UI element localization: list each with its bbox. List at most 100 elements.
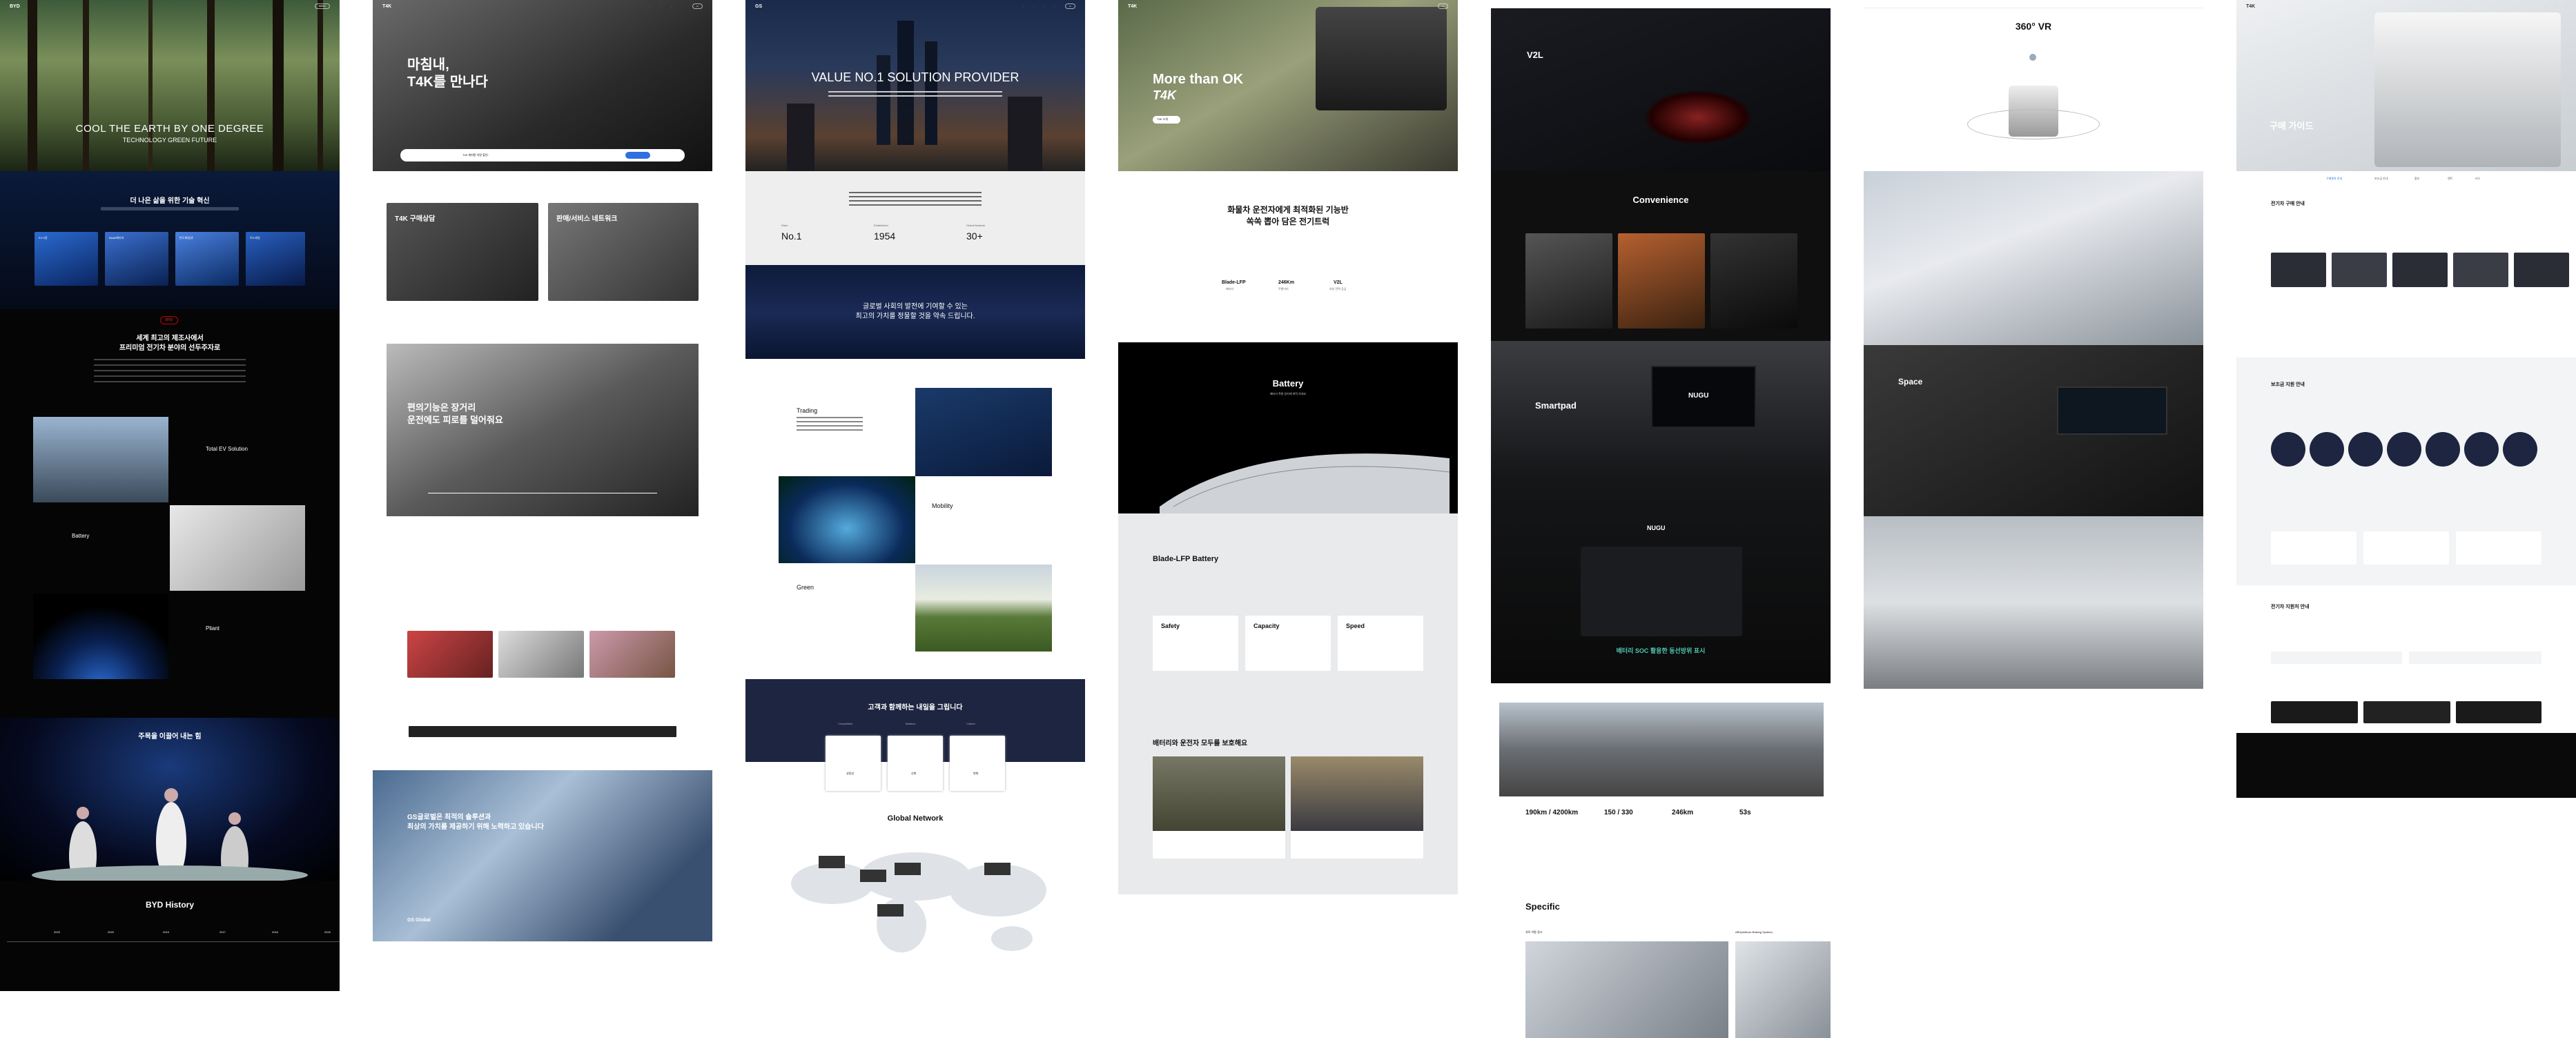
intro-band: Rank No.1 Established 1954 Global Networ… (745, 171, 1085, 265)
convenience-card[interactable] (1618, 233, 1705, 329)
news-card[interactable] (498, 631, 584, 678)
promo-bar[interactable]: T4K 캐피탈 차량 할인! (400, 149, 685, 161)
quick-item[interactable]: 견적내기 (497, 558, 507, 562)
gs-section: GS글로벌은 최적의 솔루션과 최상의 가치를 제공하기 위해 노력하고 있습니… (373, 770, 712, 941)
tech-tile[interactable]: EV시장 (35, 232, 98, 286)
battery-sub: 배터리 폭발 방지에 최적 하세요 (1269, 392, 1307, 395)
quick-item[interactable]: 시승신청 (569, 558, 579, 562)
history-year[interactable]: 2020 (108, 930, 114, 934)
page-t4k-main: T4K · · · · ▭ 마침내, T4K를 만나다 T4K 캐피탈 차량 할인! T4… (373, 0, 712, 941)
convenience-card[interactable] (1525, 233, 1612, 329)
protect-image (1291, 756, 1423, 831)
subsidy-circle (2348, 432, 2383, 467)
network-title: Global Network (887, 814, 944, 823)
banner[interactable] (2271, 701, 2358, 723)
byd-logo[interactable]: BYD (10, 4, 20, 9)
tech-tile[interactable]: Blade배터리 (105, 232, 168, 286)
trading-desc (797, 417, 863, 433)
news-card[interactable] (589, 631, 675, 678)
banner[interactable] (2456, 701, 2541, 723)
history-year[interactable]: 2023 (54, 930, 60, 934)
v2l-section: V2L (1491, 0, 1831, 171)
top-nav: T4K ▭ (1118, 0, 1458, 12)
subsidy-section: 보조금 지원 안내 (2236, 358, 2576, 585)
purchase-consult-box[interactable]: T4K 구매상담 (387, 203, 538, 301)
v2l-title: V2L (1527, 50, 1543, 60)
specific-title: Specific (1525, 901, 1560, 912)
top-nav: T4K · · · · ▭ (373, 0, 712, 12)
byd-badge: BYD (160, 316, 178, 324)
guide-tab[interactable]: 구매절차 안내 (2326, 177, 2342, 181)
support-bar[interactable] (2409, 652, 2541, 664)
forest-trees-image (28, 0, 323, 171)
t4k-logo[interactable]: T4K (382, 4, 391, 9)
promo-text: T4K 캐피탈 차량 할인! (462, 153, 489, 157)
biz-mobility[interactable]: Mobility (932, 502, 953, 509)
biz-green[interactable]: Green (797, 584, 814, 591)
battery-cells-image (1160, 453, 1450, 513)
history-year[interactable]: 2015 (324, 930, 331, 934)
hero-title: More than OK (1153, 72, 1244, 87)
guide-title: 구매 가이드 (2270, 121, 2314, 131)
future-tab[interactable]: Culture (966, 722, 975, 726)
quick-item[interactable]: 차량 소개 (420, 558, 431, 562)
guide-card[interactable] (2514, 253, 2569, 287)
future-tab[interactable]: Balance (906, 722, 915, 726)
spec-value: V2L (1334, 280, 1343, 285)
guide-tab[interactable]: 렌트 (2448, 177, 2452, 181)
nav-cta[interactable]: ▭ (692, 3, 703, 9)
history-year[interactable]: 2017 (219, 930, 226, 934)
city-hero: GS · · · · ▭ VALUE NO.1 SOLUTION PROVIDER (745, 0, 1085, 171)
hero-cta[interactable]: T4K 소개 (1153, 116, 1180, 124)
promo-button[interactable] (625, 152, 650, 159)
history-year[interactable]: 2016 (272, 930, 278, 934)
support-bar[interactable] (2271, 652, 2402, 664)
tech-title: 더 나은 삶을 위한 기술 혁신 (130, 197, 210, 205)
page-purchase-guide: T4K · · · 구매 가이드 구매절차 안내 보조금 안내 할부 렌트 리스 전기… (2236, 0, 2576, 798)
news-card[interactable] (407, 631, 493, 678)
feature-pliant: Pliant (206, 625, 220, 631)
convenience-card[interactable] (1710, 233, 1797, 329)
subsidy-circle (2271, 432, 2305, 467)
driving-title: 편의기능은 장거리 운전에도 피로를 덜어줘요 (407, 402, 503, 425)
battery-image (170, 505, 305, 591)
menu-pill[interactable]: MENU (314, 3, 330, 9)
history-timeline (7, 941, 340, 942)
page-gs-global: GS · · · · ▭ VALUE NO.1 SOLUTION PROVIDER Ran… (745, 0, 1085, 966)
vr-orbit[interactable] (1967, 109, 2100, 139)
biz-trading[interactable]: Trading (797, 407, 817, 414)
guide-tab[interactable]: 할부 (2414, 177, 2419, 181)
stat-value: 190km / 4200km (1525, 809, 1579, 816)
guide-tab[interactable]: 보조금 안내 (2374, 177, 2388, 181)
lane-departure-image (1525, 941, 1728, 1038)
network-box[interactable]: 판매/서비스 네트워크 (548, 203, 699, 301)
driving-section: 편의기능은 장거리 운전에도 피로를 덜어줘요 (387, 344, 699, 516)
guide-card[interactable] (2332, 253, 2387, 287)
history-year[interactable]: 2019 (163, 930, 169, 934)
future-card[interactable]: 신뢰 (888, 736, 943, 791)
banner[interactable] (2363, 701, 2450, 723)
future-tab[interactable]: Competition (838, 722, 852, 726)
page-t4k-vr: 360° VR Space (1864, 0, 2203, 689)
news-arrows[interactable]: ‹ › (654, 606, 660, 612)
top-nav: GS · · · · ▭ (745, 0, 1085, 12)
feature-total-ev: Total EV Solution (206, 446, 248, 452)
color-dot[interactable] (2029, 54, 2036, 61)
guide-card[interactable] (2392, 253, 2448, 287)
page-byd: BYD MENU COOL THE EARTH BY ONE DEGREE TEC… (0, 0, 340, 991)
future-card[interactable]: 변화 (950, 736, 1005, 791)
guide-card[interactable] (2453, 253, 2508, 287)
tech-tile[interactable]: 모노레일 (246, 232, 305, 286)
future-card[interactable]: 성장성 (826, 736, 881, 791)
spec-label: 외부 전력 공급 (1329, 287, 1347, 291)
gs-logo[interactable]: GS (755, 4, 762, 9)
notice-bar[interactable] (409, 726, 676, 737)
quick-item[interactable]: 판매/서비스 네트워크 (635, 558, 659, 562)
gs-logo[interactable]: GS Global (407, 918, 431, 923)
ship-image (915, 388, 1052, 476)
guide-card[interactable] (2271, 253, 2326, 287)
intro-text (849, 192, 982, 206)
guide-tab[interactable]: 리스 (2475, 177, 2480, 181)
tech-tile[interactable]: 반도체/칩셋 (175, 232, 239, 286)
leader-desc (94, 359, 246, 386)
